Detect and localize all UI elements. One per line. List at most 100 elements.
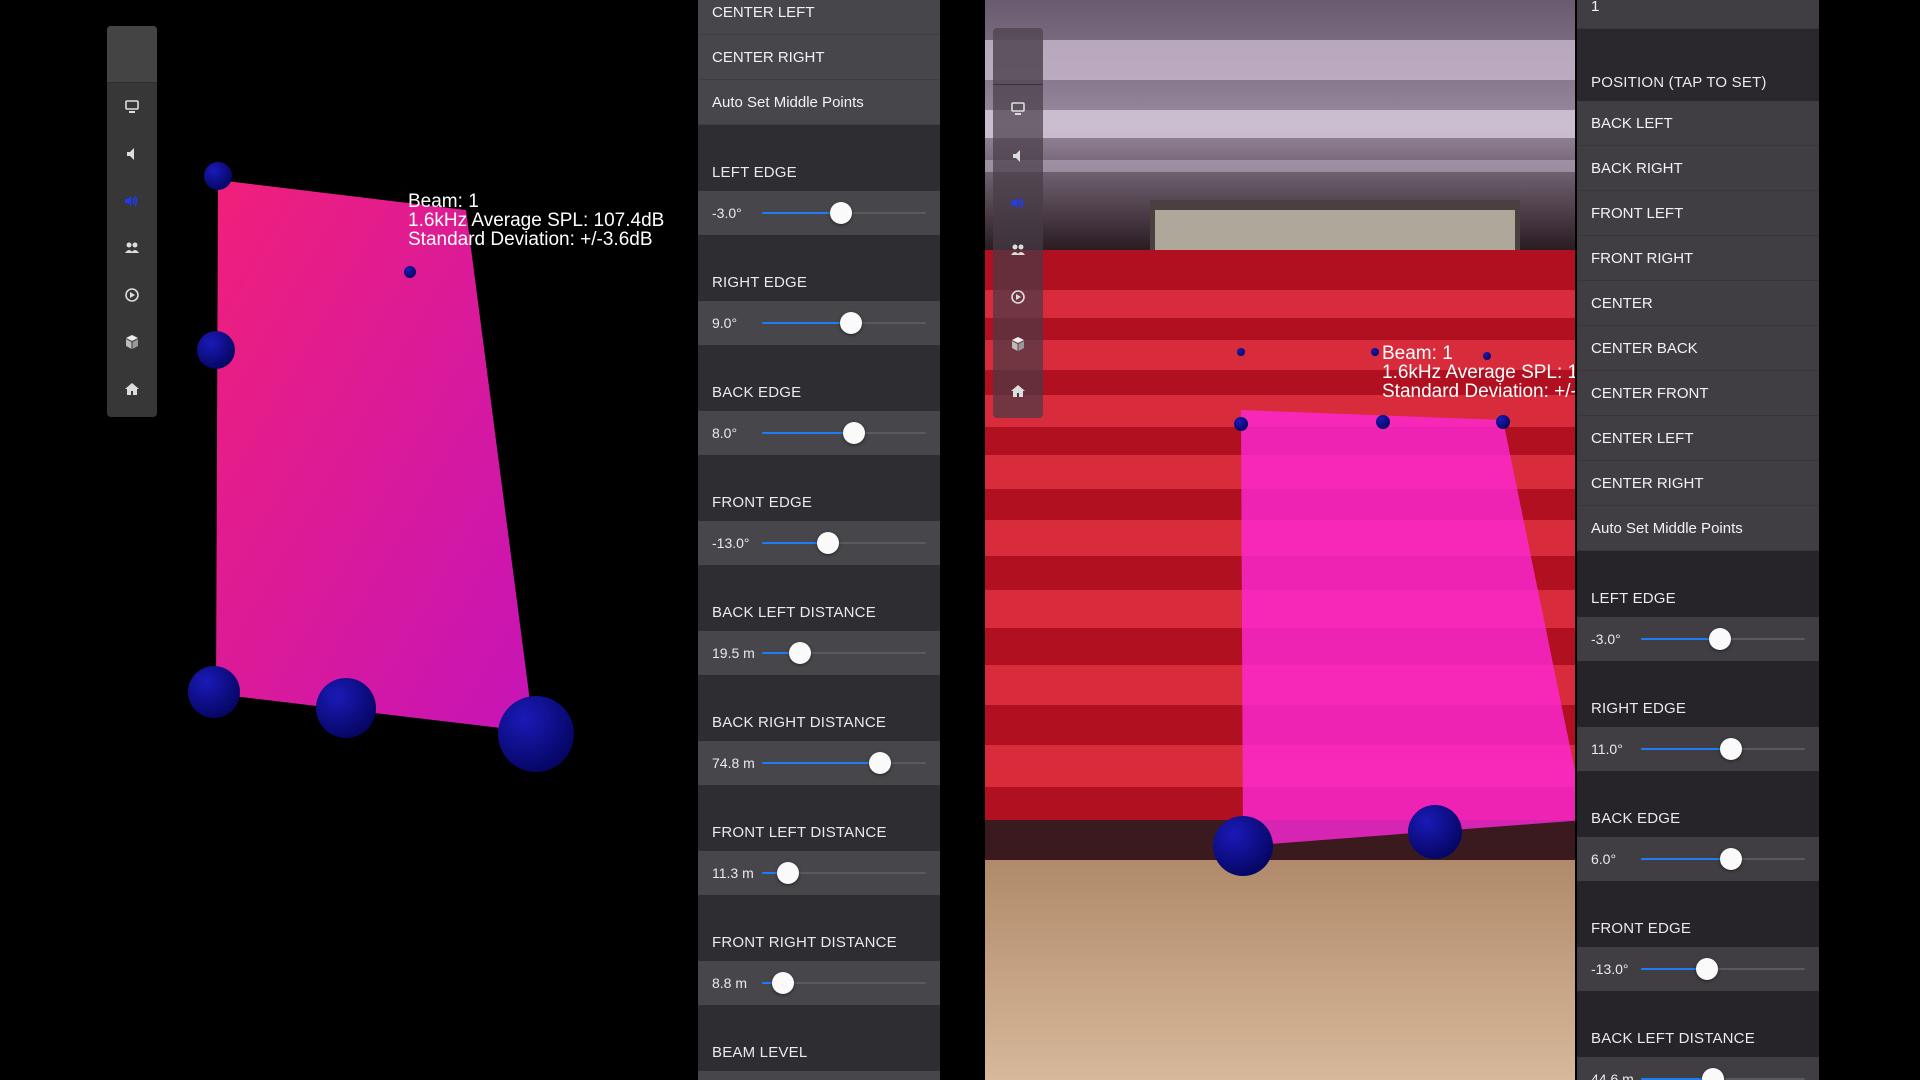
left-edge-slider[interactable]	[762, 202, 926, 224]
menu-item-back-left[interactable]: BACK LEFT	[1577, 101, 1819, 146]
left-edge-slider[interactable]	[1641, 628, 1805, 650]
beam-plane-left[interactable]	[0, 0, 698, 1080]
side-toolbar	[107, 26, 157, 417]
people-icon[interactable]	[107, 224, 157, 271]
marker-sphere[interactable]	[1371, 348, 1379, 356]
position-menu: CENTER LEFT CENTER RIGHT Auto Set Middle P…	[698, 0, 940, 125]
right-settings-panel[interactable]: 1 POSITION (TAP TO SET) BACK LEFT BACK RI…	[1577, 0, 1819, 1080]
marker-sphere[interactable]	[188, 666, 240, 718]
marker-sphere[interactable]	[1237, 348, 1245, 356]
marker-sphere[interactable]	[1496, 415, 1510, 429]
menu-item-center-right[interactable]: CENTER RIGHT	[698, 35, 940, 80]
marker-sphere[interactable]	[1213, 816, 1273, 876]
menu-item-center-back[interactable]: CENTER BACK	[1577, 326, 1819, 371]
back-left-distance-slider[interactable]	[762, 642, 926, 664]
marker-sphere[interactable]	[204, 162, 232, 190]
spl-label: 1.6kHz Average SPL: 1	[1382, 362, 1575, 383]
menu-item-front-right[interactable]: FRONT RIGHT	[1577, 236, 1819, 281]
menu-item-label: CENTER BACK	[1591, 339, 1698, 357]
left-edge-value: -3.0°	[1591, 631, 1621, 647]
slider-thumb[interactable]	[777, 862, 800, 884]
right-edge-value: 11.0°	[1591, 741, 1623, 757]
top-value-row[interactable]: 1	[1577, 0, 1819, 29]
slider-thumb[interactable]	[1695, 958, 1718, 980]
back-edge-value: 8.0°	[712, 425, 738, 441]
position-menu: BACK LEFT BACK RIGHT FRONT LEFT FRONT RIGHT…	[1577, 101, 1819, 551]
right-edge-header: RIGHT EDGE	[698, 235, 940, 301]
right-edge-row: 9.0°	[698, 301, 940, 345]
position-header: POSITION (TAP TO SET)	[1577, 29, 1819, 101]
slider-thumb[interactable]	[842, 422, 865, 444]
front-edge-slider[interactable]	[1641, 958, 1805, 980]
menu-item-front-left[interactable]: FRONT LEFT	[1577, 191, 1819, 236]
front-edge-value: -13.0°	[712, 535, 750, 551]
menu-item-center-right[interactable]: CENTER RIGHT	[1577, 461, 1819, 506]
front-right-distance-row: 8.8 m	[698, 961, 940, 1005]
slider-thumb[interactable]	[869, 752, 892, 774]
front-right-distance-slider[interactable]	[762, 972, 926, 994]
left-3d-view[interactable]: Beam: 1 1.6kHz Average SPL: 107.4dB Stan…	[0, 0, 698, 1080]
front-edge-slider[interactable]	[762, 532, 926, 554]
right-edge-header: RIGHT EDGE	[1577, 661, 1819, 727]
back-edge-row: 6.0°	[1577, 837, 1819, 881]
menu-item-auto-set-middle-points[interactable]: Auto Set Middle Points	[698, 80, 940, 125]
marker-sphere[interactable]	[197, 331, 235, 369]
speaker-waves-icon[interactable]	[107, 177, 157, 224]
slider-thumb[interactable]	[839, 312, 862, 334]
menu-item-center-left[interactable]: CENTER LEFT	[698, 0, 940, 35]
slider-list: LEFT EDGE -3.0° RIGHT EDGE 9.0° BACK EDGE 8.0…	[698, 125, 940, 1080]
right-edge-slider[interactable]	[762, 312, 926, 334]
slider-thumb[interactable]	[788, 642, 811, 664]
back-left-distance-header: BACK LEFT DISTANCE	[698, 565, 940, 631]
toolbar-header	[107, 26, 157, 83]
slider-thumb[interactable]	[1702, 1068, 1725, 1080]
marker-sphere[interactable]	[1376, 415, 1390, 429]
display-icon[interactable]	[107, 83, 157, 130]
menu-item-center-front[interactable]: CENTER FRONT	[1577, 371, 1819, 416]
marker-sphere[interactable]	[404, 266, 416, 278]
slider-thumb[interactable]	[1708, 628, 1731, 650]
speaker-icon[interactable]	[993, 132, 1043, 179]
slider-thumb[interactable]	[772, 972, 795, 994]
spl-label: 1.6kHz Average SPL: 107.4dB	[408, 210, 665, 231]
right-ar-view[interactable]: Beam: 1 1.6kHz Average SPL: 1 Standard D…	[985, 0, 1575, 1080]
menu-item-label: BACK RIGHT	[1591, 159, 1683, 177]
target-icon[interactable]	[107, 271, 157, 318]
left-edge-value: -3.0°	[712, 205, 742, 221]
cube-icon[interactable]	[107, 318, 157, 365]
back-right-distance-slider[interactable]	[762, 752, 926, 774]
back-edge-slider[interactable]	[762, 422, 926, 444]
front-left-distance-slider[interactable]	[762, 862, 926, 884]
marker-sphere[interactable]	[1234, 417, 1248, 431]
back-edge-row: 8.0°	[698, 411, 940, 455]
speaker-waves-icon[interactable]	[993, 179, 1043, 226]
slider-thumb[interactable]	[829, 202, 852, 224]
target-icon[interactable]	[993, 273, 1043, 320]
slider-thumb[interactable]	[1720, 848, 1743, 870]
slider-track-fill	[1641, 748, 1732, 750]
menu-item-label: CENTER RIGHT	[712, 48, 825, 66]
home-icon[interactable]	[107, 365, 157, 412]
speaker-icon[interactable]	[107, 130, 157, 177]
right-edge-slider[interactable]	[1641, 738, 1805, 760]
cube-icon[interactable]	[993, 320, 1043, 367]
slider-thumb[interactable]	[816, 532, 839, 554]
menu-item-auto-set-middle-points[interactable]: Auto Set Middle Points	[1577, 506, 1819, 551]
menu-item-back-right[interactable]: BACK RIGHT	[1577, 146, 1819, 191]
slider-thumb[interactable]	[1720, 738, 1743, 760]
back-left-distance-slider[interactable]	[1641, 1068, 1805, 1080]
slider-track-fill	[1641, 858, 1732, 860]
home-icon[interactable]	[993, 367, 1043, 414]
marker-sphere[interactable]	[1408, 805, 1462, 859]
marker-sphere[interactable]	[316, 678, 376, 738]
marker-sphere[interactable]	[498, 696, 574, 772]
people-icon[interactable]	[993, 226, 1043, 273]
menu-item-center-left[interactable]: CENTER LEFT	[1577, 416, 1819, 461]
front-edge-value: -13.0°	[1591, 961, 1629, 977]
back-edge-slider[interactable]	[1641, 848, 1805, 870]
back-left-distance-row: 44.6 m	[1577, 1057, 1819, 1080]
menu-item-center[interactable]: CENTER	[1577, 281, 1819, 326]
display-icon[interactable]	[993, 85, 1043, 132]
left-edge-header: LEFT EDGE	[1577, 551, 1819, 617]
left-settings-panel[interactable]: CENTER LEFT CENTER RIGHT Auto Set Middle P…	[698, 0, 940, 1080]
